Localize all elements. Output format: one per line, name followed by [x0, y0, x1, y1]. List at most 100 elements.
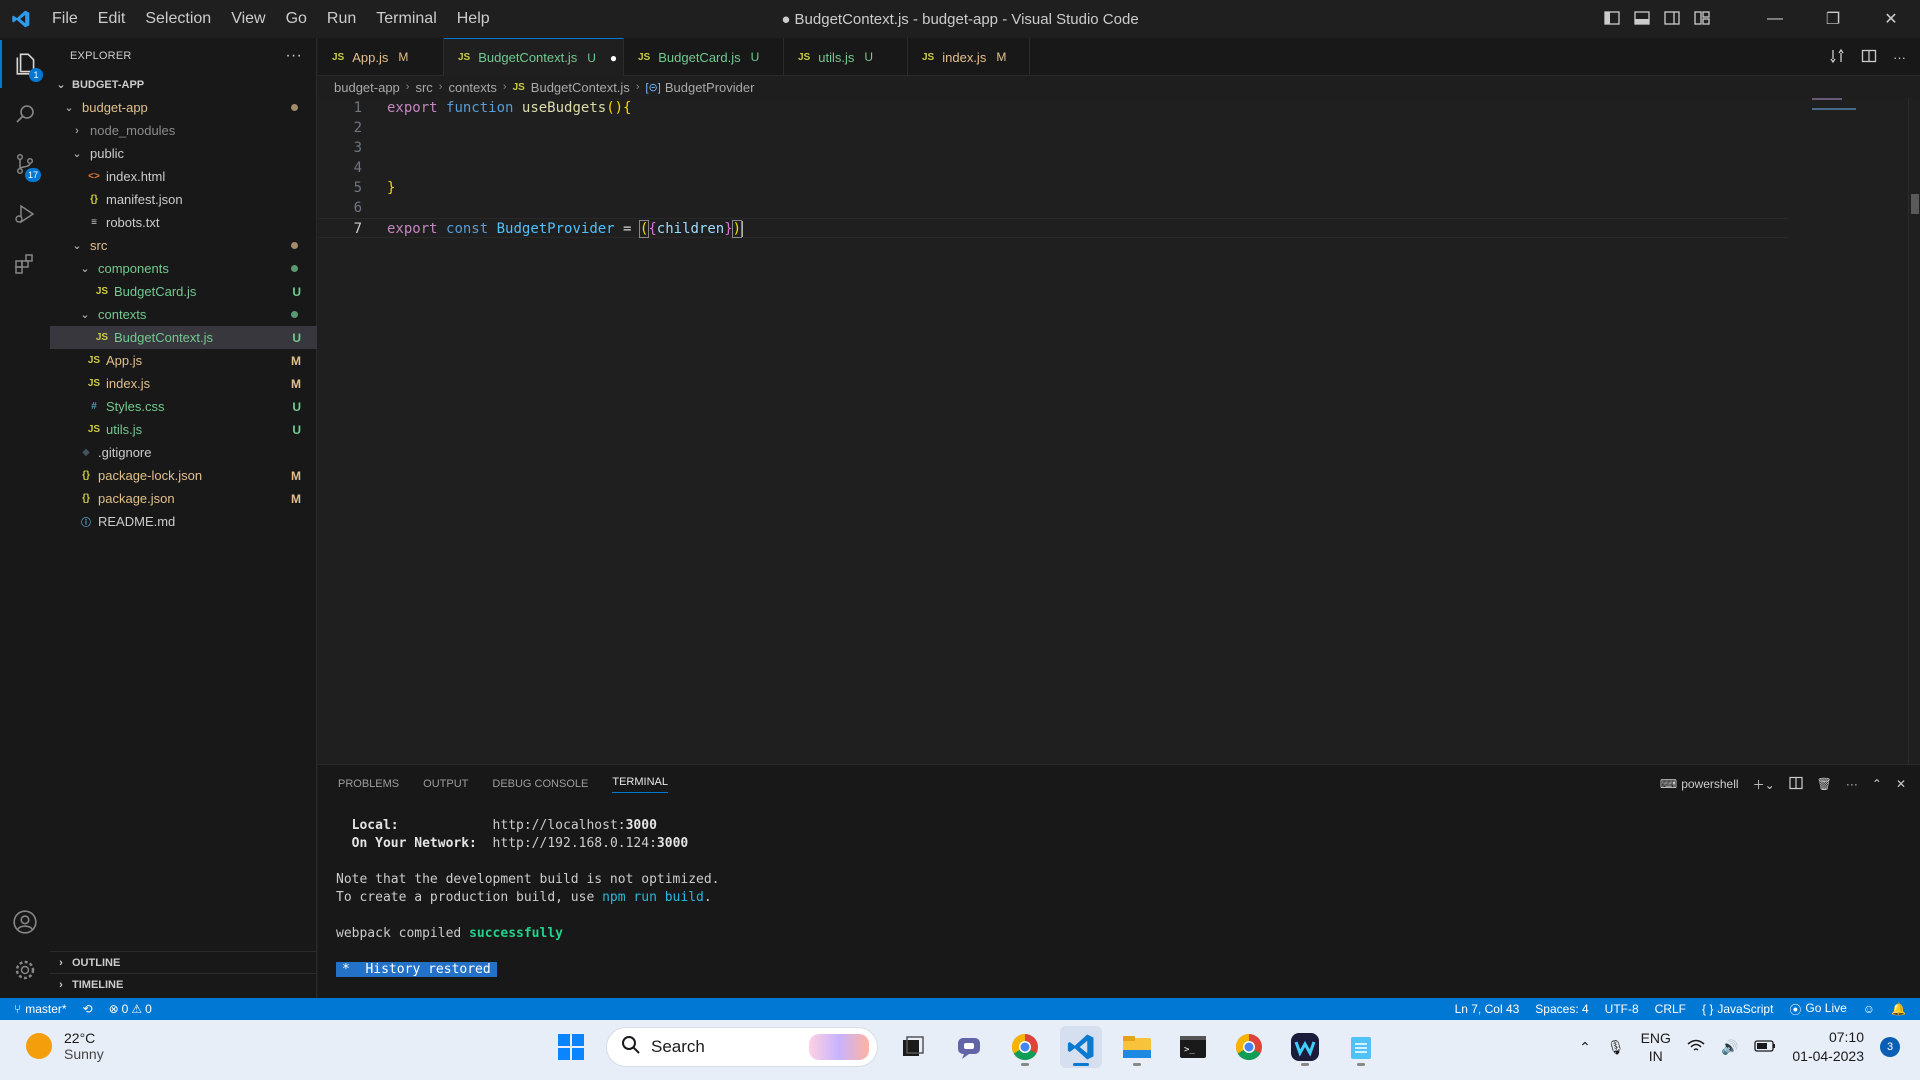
- code-line-current[interactable]: 7 export const BudgetProvider = ({childr…: [318, 218, 1788, 238]
- trash-icon[interactable]: 🗑: [1817, 777, 1832, 791]
- notifications-bell-icon[interactable]: 🔔: [1891, 1002, 1906, 1016]
- chrome-icon[interactable]: [1004, 1026, 1046, 1068]
- wifi-icon[interactable]: [1687, 1039, 1705, 1056]
- problems-indicator[interactable]: ⊗ 0 ⚠ 0: [109, 1002, 152, 1016]
- source-control-icon[interactable]: 17: [0, 140, 50, 188]
- tree-item-robots-txt[interactable]: ≡ robots.txt: [50, 211, 317, 234]
- microphone-icon[interactable]: 🎙: [1607, 1039, 1625, 1056]
- indentation[interactable]: Spaces: 4: [1535, 1002, 1588, 1016]
- tree-item-styles-css[interactable]: # Styles.css U: [50, 395, 317, 418]
- tree-item-app-js[interactable]: JS App.js M: [50, 349, 317, 372]
- close-panel-icon[interactable]: ✕: [1896, 777, 1906, 791]
- code-line[interactable]: 4: [318, 158, 1788, 178]
- code-line[interactable]: 3: [318, 138, 1788, 158]
- extensions-icon[interactable]: [0, 240, 50, 288]
- split-terminal-icon[interactable]: [1789, 776, 1803, 793]
- editor-scrollbar[interactable]: [1908, 98, 1920, 764]
- tree-item-utils-js[interactable]: JS utils.js U: [50, 418, 317, 441]
- tab-app-js[interactable]: JS App.js M: [318, 38, 444, 76]
- battery-icon[interactable]: [1754, 1039, 1776, 1055]
- tab-budgetcard-js[interactable]: JS BudgetCard.js U: [624, 38, 784, 76]
- terminal-output[interactable]: Local: http://localhost:3000 On Your Net…: [336, 817, 720, 979]
- language-mode[interactable]: { } JavaScript: [1702, 1002, 1773, 1016]
- file-explorer-icon[interactable]: [1116, 1026, 1158, 1068]
- workspace-root[interactable]: ⌄ BUDGET-APP: [50, 73, 317, 96]
- toggle-primary-sidebar-icon[interactable]: [1604, 10, 1620, 29]
- more-actions-icon[interactable]: ···: [285, 47, 302, 65]
- minimize-icon[interactable]: —: [1746, 0, 1804, 38]
- tree-item-src[interactable]: ⌄ src: [50, 234, 317, 257]
- code-editor[interactable]: 1 export function useBudgets(){ 2 3 4 5 …: [318, 98, 1920, 764]
- breadcrumb-item[interactable]: src: [415, 80, 432, 95]
- close-icon[interactable]: ✕: [1862, 0, 1920, 38]
- task-view-icon[interactable]: [892, 1026, 934, 1068]
- outline-section[interactable]: › OUTLINE: [50, 951, 317, 973]
- breadcrumb-item[interactable]: BudgetProvider: [665, 80, 755, 95]
- search-icon[interactable]: [0, 90, 50, 138]
- manage-gear-icon[interactable]: [0, 946, 50, 994]
- start-windows-icon[interactable]: [550, 1026, 592, 1068]
- run-debug-icon[interactable]: [0, 190, 50, 238]
- webex-icon[interactable]: [1284, 1026, 1326, 1068]
- split-editor-icon[interactable]: [1861, 48, 1877, 67]
- volume-icon[interactable]: 🔊: [1721, 1039, 1738, 1056]
- tree-item-public[interactable]: ⌄ public: [50, 142, 317, 165]
- terminal-app-icon[interactable]: >_: [1172, 1026, 1214, 1068]
- tree-item-budget-app[interactable]: ⌄ budget-app: [50, 96, 317, 119]
- encoding[interactable]: UTF-8: [1605, 1002, 1639, 1016]
- chrome-profile-icon[interactable]: [1228, 1026, 1270, 1068]
- chevron-up-icon[interactable]: ⌃: [1579, 1039, 1591, 1056]
- code-line[interactable]: 1 export function useBudgets(){: [318, 98, 1788, 118]
- minimap[interactable]: [1792, 98, 1902, 118]
- breadcrumb-item[interactable]: contexts: [448, 80, 496, 95]
- code-line[interactable]: 5 }: [318, 178, 1788, 198]
- tree-item-budgetcard-js[interactable]: JS BudgetCard.js U: [50, 280, 317, 303]
- accounts-icon[interactable]: [0, 898, 50, 946]
- code-line[interactable]: 2: [318, 118, 1788, 138]
- tree-item-index-js[interactable]: JS index.js M: [50, 372, 317, 395]
- tree-item-index-html[interactable]: <> index.html: [50, 165, 317, 188]
- open-changes-icon[interactable]: [1829, 48, 1845, 67]
- customize-layout-icon[interactable]: [1694, 10, 1710, 29]
- more-actions-icon[interactable]: ···: [1846, 777, 1858, 791]
- unsaved-dot-icon[interactable]: ●: [610, 51, 617, 65]
- tree-item-package-json[interactable]: {} package.json M: [50, 487, 317, 510]
- end-of-line[interactable]: CRLF: [1655, 1002, 1686, 1016]
- code-line[interactable]: 6: [318, 198, 1788, 218]
- tree-item-package-lock-json[interactable]: {} package-lock.json M: [50, 464, 317, 487]
- tab-problems[interactable]: PROBLEMS: [338, 778, 399, 790]
- explorer-icon[interactable]: 1: [0, 40, 50, 88]
- menu-view[interactable]: View: [221, 10, 275, 28]
- feedback-icon[interactable]: ☺: [1863, 1002, 1875, 1016]
- tree-item-readme-md[interactable]: ⓘ README.md: [50, 510, 317, 533]
- tab-budgetcontext-js[interactable]: JS BudgetContext.js U ●: [444, 38, 624, 76]
- breadcrumb-item[interactable]: BudgetContext.js: [531, 80, 630, 95]
- tree-item-manifest-json[interactable]: {} manifest.json: [50, 188, 317, 211]
- taskbar-search[interactable]: Search: [606, 1027, 878, 1067]
- tree-item-budgetcontext-js[interactable]: JS BudgetContext.js U: [50, 326, 317, 349]
- tree-item-contexts[interactable]: ⌄ contexts: [50, 303, 317, 326]
- breadcrumb-item[interactable]: budget-app: [334, 80, 400, 95]
- menu-help[interactable]: Help: [447, 10, 500, 28]
- go-live-button[interactable]: ⦿ Go Live: [1789, 1001, 1846, 1018]
- toggle-secondary-sidebar-icon[interactable]: [1664, 10, 1680, 29]
- more-actions-icon[interactable]: ···: [1893, 50, 1906, 65]
- tab-terminal[interactable]: TERMINAL: [612, 776, 668, 793]
- menu-file[interactable]: File: [42, 10, 88, 28]
- menu-terminal[interactable]: Terminal: [366, 10, 446, 28]
- maximize-panel-icon[interactable]: ⌃: [1872, 777, 1882, 791]
- new-terminal-icon[interactable]: ＋⌄: [1753, 776, 1775, 793]
- menu-go[interactable]: Go: [276, 10, 317, 28]
- tab-output[interactable]: OUTPUT: [423, 778, 468, 790]
- menu-run[interactable]: Run: [317, 10, 366, 28]
- cursor-position[interactable]: Ln 7, Col 43: [1455, 1002, 1520, 1016]
- tab-debug-console[interactable]: DEBUG CONSOLE: [492, 778, 588, 790]
- vscode-taskbar-icon[interactable]: [1060, 1026, 1102, 1068]
- teams-chat-icon[interactable]: [948, 1026, 990, 1068]
- tree-item-components[interactable]: ⌄ components: [50, 257, 317, 280]
- tab-index-js[interactable]: JS index.js M: [908, 38, 1030, 76]
- tree-item-node-modules[interactable]: › node_modules: [50, 119, 317, 142]
- branch-indicator[interactable]: ⑂ master*: [14, 1002, 67, 1016]
- notification-count-badge[interactable]: 3: [1880, 1037, 1900, 1057]
- tree-item--gitignore[interactable]: ◆ .gitignore: [50, 441, 317, 464]
